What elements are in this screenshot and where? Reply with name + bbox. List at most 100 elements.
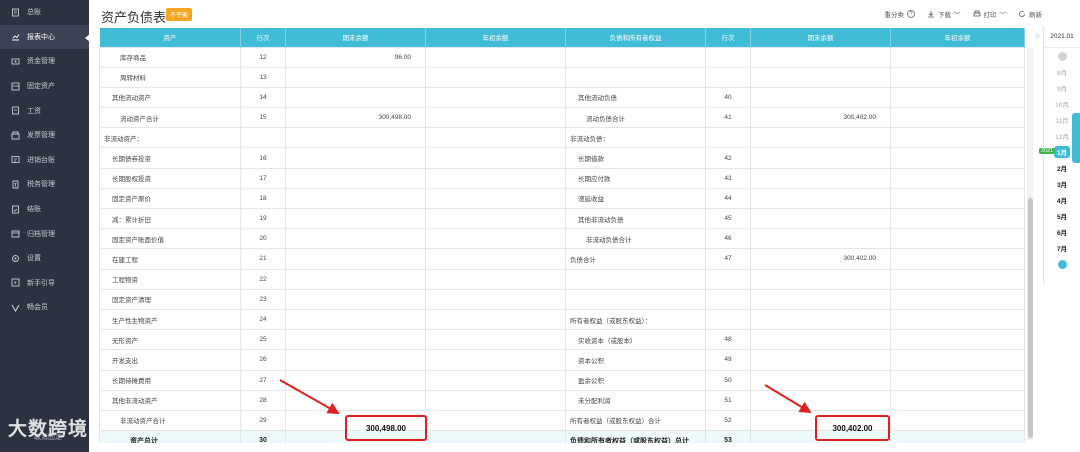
asset-end-balance-cell[interactable] [285, 248, 426, 270]
asset-begin-balance-cell[interactable] [425, 248, 566, 270]
month-item[interactable]: 3月 [1044, 176, 1080, 192]
asset-begin-balance-cell[interactable] [425, 187, 566, 210]
asset-begin-balance-cell[interactable] [425, 409, 566, 432]
asset-begin-balance-cell[interactable] [425, 389, 566, 411]
asset-end-balance-cell[interactable] [285, 329, 426, 351]
month-item[interactable]: 10月 [1044, 96, 1080, 112]
month-item[interactable]: 9月 [1044, 80, 1080, 96]
month-item[interactable]: 7月 [1044, 240, 1080, 256]
sidebar-item-1[interactable]: 报表中心 [0, 24, 90, 50]
liability-end-balance-cell[interactable] [750, 86, 891, 109]
liability-end-balance-cell[interactable] [750, 288, 891, 310]
liability-begin-balance-cell[interactable] [890, 187, 1025, 210]
liability-begin-balance-cell[interactable] [890, 127, 1025, 149]
sidebar-item-10[interactable]: 设置 [0, 246, 89, 271]
asset-end-balance-cell[interactable] [285, 207, 426, 230]
asset-begin-balance-cell[interactable] [425, 86, 566, 109]
asset-begin-balance-cell[interactable] [425, 268, 566, 290]
sidebar-item-3[interactable]: 固定资产 [0, 74, 89, 99]
asset-end-balance-cell[interactable]: 300,498.00 [285, 107, 426, 129]
asset-begin-balance-cell[interactable] [425, 46, 566, 68]
liability-begin-balance-cell[interactable] [890, 268, 1025, 290]
liability-begin-balance-cell[interactable] [890, 207, 1025, 230]
side-tab[interactable] [1072, 113, 1080, 163]
sidebar-item-4[interactable]: 工资 [0, 98, 89, 123]
print-button[interactable]: 打印 ﹀ [973, 9, 1006, 19]
asset-begin-balance-cell[interactable] [425, 228, 566, 250]
liability-end-balance-cell[interactable] [750, 389, 891, 411]
sidebar-item-2[interactable]: 资金管理 [0, 49, 89, 74]
asset-end-balance-cell[interactable] [285, 127, 426, 149]
asset-begin-balance-cell[interactable] [425, 329, 566, 351]
liability-begin-balance-cell[interactable] [890, 288, 1025, 310]
asset-begin-balance-cell[interactable] [425, 308, 566, 331]
liability-end-balance-cell[interactable] [750, 268, 891, 290]
asset-end-balance-cell[interactable] [285, 187, 426, 210]
asset-begin-balance-cell[interactable] [425, 349, 566, 371]
asset-end-balance-cell[interactable] [285, 86, 426, 109]
liability-begin-balance-cell[interactable] [890, 349, 1025, 371]
liability-end-balance-cell[interactable] [750, 369, 891, 391]
collapse-icon[interactable]: ▷ [1036, 33, 1041, 40]
liability-end-balance-cell[interactable]: 300,402.00 [750, 107, 891, 129]
liability-begin-balance-cell[interactable] [890, 228, 1025, 250]
liability-begin-balance-cell[interactable] [890, 86, 1025, 109]
sidebar-item-5[interactable]: 发票管理 [0, 123, 89, 148]
liability-begin-balance-cell[interactable] [890, 66, 1025, 88]
liability-begin-balance-cell[interactable] [890, 329, 1025, 351]
liability-end-balance-cell[interactable] [750, 329, 891, 351]
asset-begin-balance-cell[interactable] [425, 147, 566, 169]
liability-begin-balance-cell[interactable] [890, 308, 1025, 331]
asset-begin-balance-cell[interactable] [425, 127, 566, 149]
scrollbar-thumb[interactable] [1028, 198, 1033, 438]
help-icon[interactable]: ? [907, 10, 915, 18]
sidebar-item-9[interactable]: 归档管理 [0, 221, 89, 246]
asset-end-balance-cell[interactable] [285, 288, 426, 310]
scroll-down-icon[interactable] [1044, 256, 1080, 272]
liability-end-balance-cell[interactable] [750, 127, 891, 149]
asset-end-balance-cell[interactable] [285, 228, 426, 250]
asset-begin-balance-cell[interactable] [425, 288, 566, 310]
month-item[interactable]: 4月 [1044, 192, 1080, 208]
asset-end-balance-cell[interactable]: 96.00 [285, 46, 426, 68]
sidebar-item-0[interactable]: 总账 [0, 0, 89, 25]
month-item[interactable]: 6月 [1044, 224, 1080, 240]
liability-end-balance-cell[interactable] [750, 308, 891, 331]
liability-begin-balance-cell[interactable] [890, 369, 1025, 391]
sidebar-item-12[interactable]: 畅会员 [0, 295, 89, 320]
liability-begin-balance-cell[interactable] [890, 389, 1025, 411]
liability-begin-balance-cell[interactable] [890, 147, 1025, 169]
asset-end-balance-cell[interactable] [285, 66, 426, 88]
liability-end-balance-cell[interactable] [750, 66, 891, 88]
asset-begin-balance-cell[interactable] [425, 207, 566, 230]
asset-end-balance-cell[interactable] [285, 308, 426, 331]
liability-begin-balance-cell[interactable] [890, 46, 1025, 68]
asset-end-balance-cell[interactable] [285, 389, 426, 411]
asset-end-balance-cell[interactable] [285, 369, 426, 391]
asset-end-balance-cell[interactable] [285, 147, 426, 169]
sidebar-item-8[interactable]: 结账 [0, 197, 89, 222]
asset-begin-balance-cell[interactable] [425, 369, 566, 391]
reclassify-button[interactable]: 重分类? [885, 9, 915, 19]
current-period[interactable]: 2021.01 [1044, 26, 1080, 48]
liability-end-balance-cell[interactable] [750, 228, 891, 250]
scroll-up-icon[interactable] [1044, 48, 1080, 64]
liability-end-balance-cell[interactable] [750, 187, 891, 210]
liability-end-balance-cell[interactable] [750, 167, 891, 189]
asset-end-balance-cell[interactable] [285, 268, 426, 290]
liability-end-balance-cell[interactable]: 300,402.00 [750, 248, 891, 270]
asset-end-balance-cell[interactable] [285, 349, 426, 371]
month-item[interactable]: 8月 [1044, 64, 1080, 80]
asset-begin-balance-cell[interactable] [425, 107, 566, 129]
month-item[interactable]: 5月 [1044, 208, 1080, 224]
liability-begin-balance-cell[interactable] [890, 409, 1025, 432]
liability-end-balance-cell[interactable] [750, 349, 891, 371]
liability-end-balance-cell[interactable] [750, 207, 891, 230]
liability-begin-balance-cell[interactable] [890, 167, 1025, 189]
sidebar-item-6[interactable]: 进销台账 [0, 148, 89, 173]
liability-begin-balance-cell[interactable] [890, 248, 1025, 270]
sidebar-item-7[interactable]: 税务管理 [0, 172, 89, 197]
refresh-button[interactable]: 刷新 [1018, 9, 1042, 19]
liability-begin-balance-cell[interactable] [890, 107, 1025, 129]
asset-begin-balance-cell[interactable] [425, 66, 566, 88]
